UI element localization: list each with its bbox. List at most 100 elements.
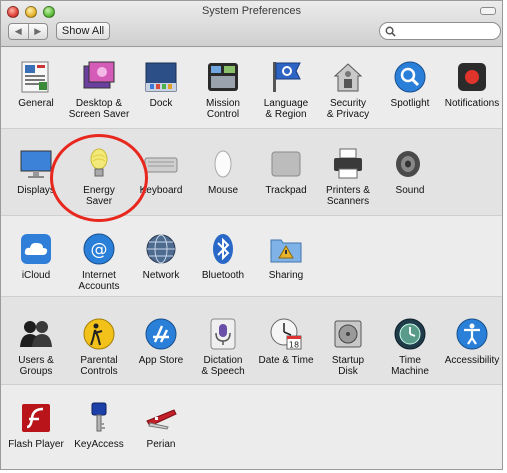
pane-label: Keyboard <box>139 185 183 196</box>
row-other: Flash Player KeyAccess Perian <box>1 385 502 469</box>
search-input[interactable] <box>399 24 495 38</box>
pane-label: Mission Control <box>206 98 240 120</box>
pane-label: Mouse <box>207 185 238 196</box>
internet-accounts-icon: @ <box>83 233 115 265</box>
accessibility-icon <box>456 318 488 350</box>
pane-icloud[interactable]: iCloud <box>3 232 69 281</box>
pane-spotlight[interactable]: Spotlight <box>377 60 443 109</box>
pane-trackpad[interactable]: Trackpad <box>253 147 319 196</box>
pane-label: Trackpad <box>265 185 307 196</box>
pane-security-privacy[interactable]: Security & Privacy <box>315 60 381 120</box>
network-icon <box>146 234 176 264</box>
desktop-icon <box>83 61 115 89</box>
row-internet-wireless: iCloud @ Internet Accounts Network Bluet… <box>1 216 502 296</box>
icloud-icon <box>21 234 51 264</box>
pane-label: iCloud <box>21 270 51 281</box>
pane-internet-accounts[interactable]: @ Internet Accounts <box>66 232 132 292</box>
keyaccess-icon <box>91 402 107 432</box>
pane-printers-scanners[interactable]: Printers & Scanners <box>315 147 381 207</box>
pane-time-machine[interactable]: Time Machine <box>377 317 443 377</box>
row-personal: General Desktop & Screen Saver Dock Miss… <box>1 48 502 128</box>
pane-energy-saver[interactable]: Energy Saver <box>66 147 132 207</box>
pane-dock[interactable]: Dock <box>128 60 194 109</box>
pane-label: Displays <box>17 185 55 196</box>
spotlight-icon <box>394 61 426 93</box>
pane-accessibility[interactable]: Accessibility <box>439 317 502 366</box>
pane-label: Parental Controls <box>80 355 118 377</box>
pane-label: Internet Accounts <box>78 270 120 292</box>
pane-label: Perian <box>146 439 176 450</box>
pane-sharing[interactable]: Sharing <box>253 232 319 281</box>
pane-date-time[interactable]: 18 Date & Time <box>253 317 319 366</box>
back-forward-group: ◀ ▶ <box>8 23 48 40</box>
trackpad-icon <box>271 151 301 177</box>
pane-general[interactable]: General <box>3 60 69 109</box>
pane-perian[interactable]: Perian <box>128 401 194 450</box>
pane-label: Desktop & Screen Saver <box>68 98 130 120</box>
pane-mouse[interactable]: Mouse <box>190 147 256 196</box>
pane-label: Notifications <box>444 98 500 109</box>
pane-parental-controls[interactable]: Parental Controls <box>66 317 132 377</box>
search-icon <box>385 26 396 37</box>
back-button[interactable]: ◀ <box>9 24 28 39</box>
flash-player-icon <box>22 404 50 432</box>
pane-label: Date & Time <box>258 355 314 366</box>
sound-icon <box>396 151 420 177</box>
pane-startup-disk[interactable]: Startup Disk <box>315 317 381 377</box>
svg-text:@: @ <box>91 240 108 260</box>
show-all-button[interactable]: Show All <box>56 22 110 40</box>
pane-label: Flash Player <box>8 439 64 450</box>
pane-label: Network <box>142 270 180 281</box>
parental-controls-icon <box>83 318 115 350</box>
pane-dictation-speech[interactable]: Dictation & Speech <box>190 317 256 377</box>
pane-keyboard[interactable]: Keyboard <box>128 147 194 196</box>
perian-icon <box>146 409 177 430</box>
pane-label: Dictation & Speech <box>201 355 245 377</box>
pane-label: Users & Groups <box>18 355 54 377</box>
energy-saver-icon <box>90 148 108 177</box>
forward-button[interactable]: ▶ <box>27 24 48 39</box>
pane-label: Energy Saver <box>83 185 115 207</box>
pane-label: Dock <box>149 98 173 109</box>
pane-desktop-screen-saver[interactable]: Desktop & Screen Saver <box>66 60 132 120</box>
keyboard-icon <box>144 157 178 173</box>
time-machine-icon <box>394 318 426 350</box>
pane-keyaccess[interactable]: KeyAccess <box>66 401 132 450</box>
title-bar: System Preferences ◀ ▶ Show All <box>1 1 502 47</box>
pane-sound[interactable]: Sound <box>377 147 443 196</box>
pane-language-region[interactable]: Language & Region <box>253 60 319 120</box>
pane-label: KeyAccess <box>74 439 124 450</box>
window-title: System Preferences <box>201 5 302 17</box>
displays-icon <box>20 150 52 178</box>
general-icon <box>21 61 49 93</box>
sharing-icon <box>270 239 302 263</box>
security-privacy-icon <box>333 63 363 92</box>
pane-label: Sharing <box>268 270 304 281</box>
toolbar-toggle-button[interactable] <box>480 7 496 15</box>
bluetooth-icon <box>213 234 233 264</box>
pane-label: Spotlight <box>390 98 430 109</box>
pane-displays[interactable]: Displays <box>3 147 69 196</box>
pane-label: Accessibility <box>444 355 500 366</box>
pane-label: App Store <box>138 355 184 366</box>
app-store-icon <box>145 318 177 350</box>
search-field[interactable] <box>379 22 501 40</box>
pane-notifications[interactable]: Notifications <box>439 60 502 109</box>
pane-bluetooth[interactable]: Bluetooth <box>190 232 256 281</box>
pane-label: Security & Privacy <box>326 98 370 120</box>
pane-network[interactable]: Network <box>128 232 194 281</box>
pane-users-groups[interactable]: Users & Groups <box>3 317 69 377</box>
pane-label: Bluetooth <box>201 270 245 281</box>
svg-text:18: 18 <box>289 341 299 350</box>
users-groups-icon <box>20 321 52 347</box>
language-region-icon <box>273 62 301 92</box>
pane-app-store[interactable]: App Store <box>128 317 194 366</box>
mouse-icon <box>214 150 232 178</box>
pane-mission-control[interactable]: Mission Control <box>190 60 256 120</box>
startup-disk-icon <box>334 320 362 348</box>
dictation-speech-icon <box>210 318 236 350</box>
system-preferences-window: System Preferences ◀ ▶ Show All General … <box>0 0 503 470</box>
row-system: Users & Groups Parental Controls App Sto… <box>1 296 502 385</box>
pane-label: Language & Region <box>263 98 309 120</box>
pane-flash-player[interactable]: Flash Player <box>3 401 69 450</box>
